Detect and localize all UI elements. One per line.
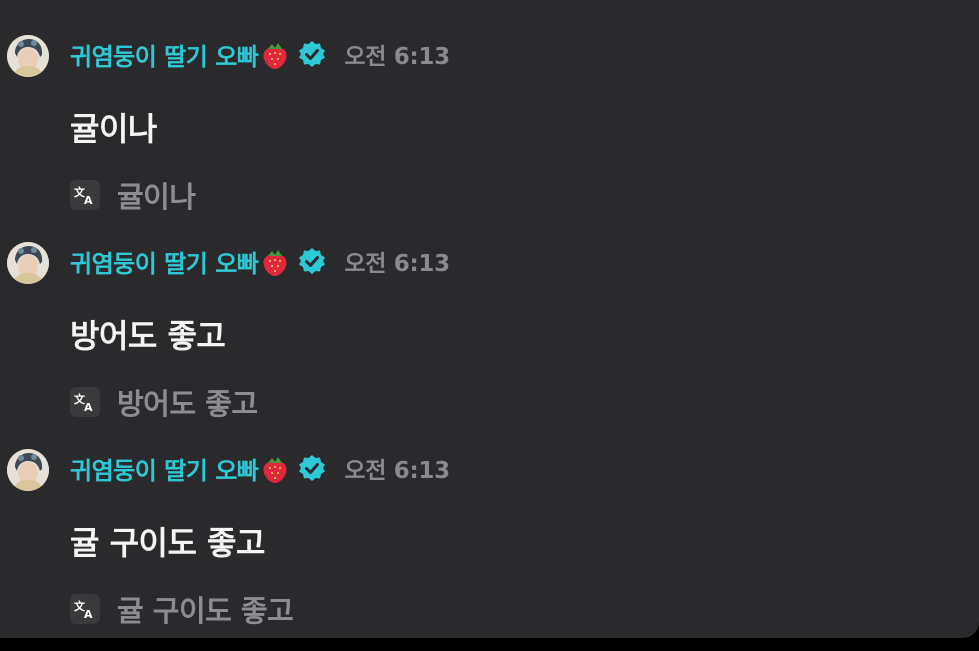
strawberry-icon bbox=[260, 38, 290, 70]
message-header: 귀염둥이 딸기 오빠 오전 6:13 bbox=[70, 450, 450, 486]
translate-icon: 文 A bbox=[70, 387, 100, 417]
strawberry-icon bbox=[260, 245, 290, 277]
strawberry-icon bbox=[260, 452, 290, 484]
timestamp: 오전 6:13 bbox=[344, 44, 450, 70]
chat-message: 귀염둥이 딸기 오빠 오전 6:13 귤이나 文 A 귤이나 bbox=[0, 28, 979, 218]
username[interactable]: 귀염둥이 딸기 오빠 bbox=[70, 451, 259, 486]
message-header: 귀염둥이 딸기 오빠 오전 6:13 bbox=[70, 36, 450, 72]
timestamp: 오전 6:13 bbox=[344, 458, 450, 484]
avatar[interactable] bbox=[7, 35, 49, 77]
username[interactable]: 귀염둥이 딸기 오빠 bbox=[70, 244, 259, 279]
message-text[interactable]: 방어도 좋고 bbox=[70, 313, 226, 359]
avatar[interactable] bbox=[7, 449, 49, 491]
svg-text:A: A bbox=[84, 194, 93, 207]
message-text[interactable]: 귤 구이도 좋고 bbox=[70, 520, 265, 566]
chat-message-list: 귀염둥이 딸기 오빠 오전 6:13 귤이나 文 A 귤이나 귀염둥이 딸기 오… bbox=[0, 0, 979, 638]
chat-message: 귀염둥이 딸기 오빠 오전 6:13 귤 구이도 좋고 文 A 귤 구이도 좋고 bbox=[0, 442, 979, 632]
svg-text:A: A bbox=[84, 608, 93, 621]
translate-icon: 文 A bbox=[70, 180, 100, 210]
message-header: 귀염둥이 딸기 오빠 오전 6:13 bbox=[70, 243, 450, 279]
chat-message: 귀염둥이 딸기 오빠 오전 6:13 방어도 좋고 文 A 방어도 좋고 bbox=[0, 235, 979, 425]
translation-text: 방어도 좋고 bbox=[117, 387, 258, 421]
translation-row[interactable]: 文 A 방어도 좋고 bbox=[70, 385, 258, 421]
translate-icon: 文 A bbox=[70, 594, 100, 624]
translation-text: 귤 구이도 좋고 bbox=[117, 594, 294, 628]
translation-row[interactable]: 文 A 귤이나 bbox=[70, 178, 196, 214]
username[interactable]: 귀염둥이 딸기 오빠 bbox=[70, 37, 259, 72]
translation-row[interactable]: 文 A 귤 구이도 좋고 bbox=[70, 592, 294, 628]
verified-check-icon bbox=[298, 247, 326, 275]
svg-text:A: A bbox=[84, 401, 93, 414]
avatar[interactable] bbox=[7, 242, 49, 284]
verified-check-icon bbox=[298, 40, 326, 68]
message-text[interactable]: 귤이나 bbox=[70, 106, 157, 152]
timestamp: 오전 6:13 bbox=[344, 251, 450, 277]
verified-check-icon bbox=[298, 454, 326, 482]
translation-text: 귤이나 bbox=[117, 180, 196, 214]
